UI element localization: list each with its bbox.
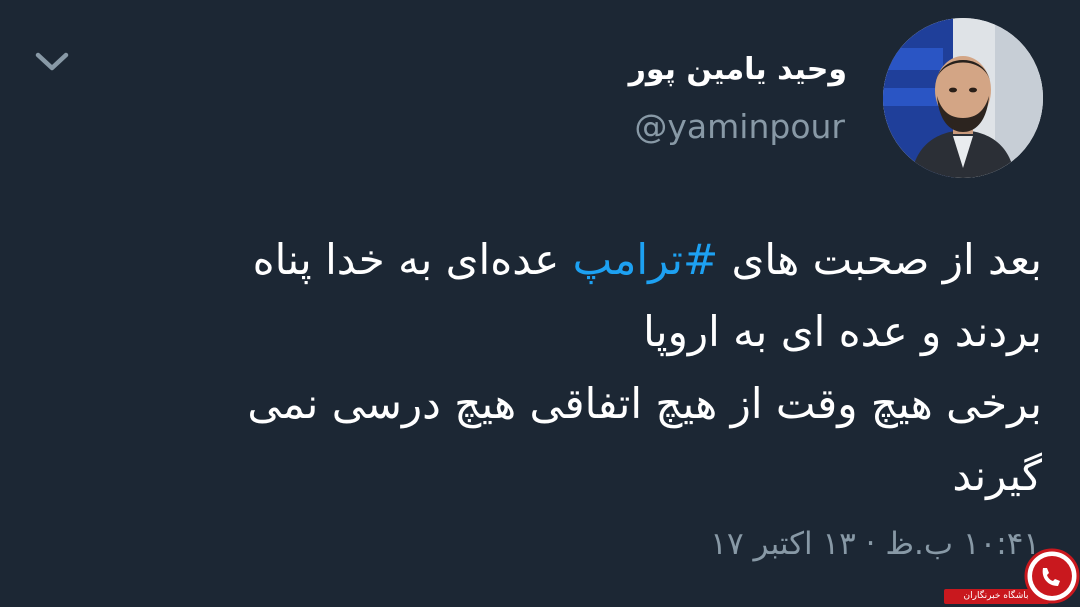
tweet-text-segment: بعد از صحبت های xyxy=(718,235,1042,284)
tweet-text-line-2: بردند و عده ای به اروپا xyxy=(643,307,1042,356)
chevron-down-icon[interactable] xyxy=(34,46,70,76)
tweet-text-segment: عده‌ای به خدا پناه xyxy=(252,235,573,284)
tweet-text-line-3: برخی هیچ وقت از هیچ اتفاقی هیچ درسی نمی xyxy=(247,379,1042,428)
author-handle[interactable]: @yaminpour xyxy=(634,106,845,148)
author-display-name[interactable]: وحید یامین پور xyxy=(629,50,847,90)
tweet-text: بعد از صحبت های #ترامپ عده‌ای به خدا پنا… xyxy=(52,224,1042,512)
tweet-text-line-4: گیرند xyxy=(952,451,1042,500)
tweet-text-line-1: بعد از صحبت های #ترامپ عده‌ای به خدا پنا… xyxy=(52,224,1042,296)
hashtag-link[interactable]: #ترامپ xyxy=(573,235,718,284)
tweet-card: وحید یامین پور @yaminpour بعد از صحبت ها… xyxy=(0,0,1080,607)
watermark: باشگاه خبرنگاران xyxy=(944,546,1080,607)
avatar[interactable] xyxy=(883,18,1043,178)
phone-logo-icon xyxy=(1024,548,1080,604)
